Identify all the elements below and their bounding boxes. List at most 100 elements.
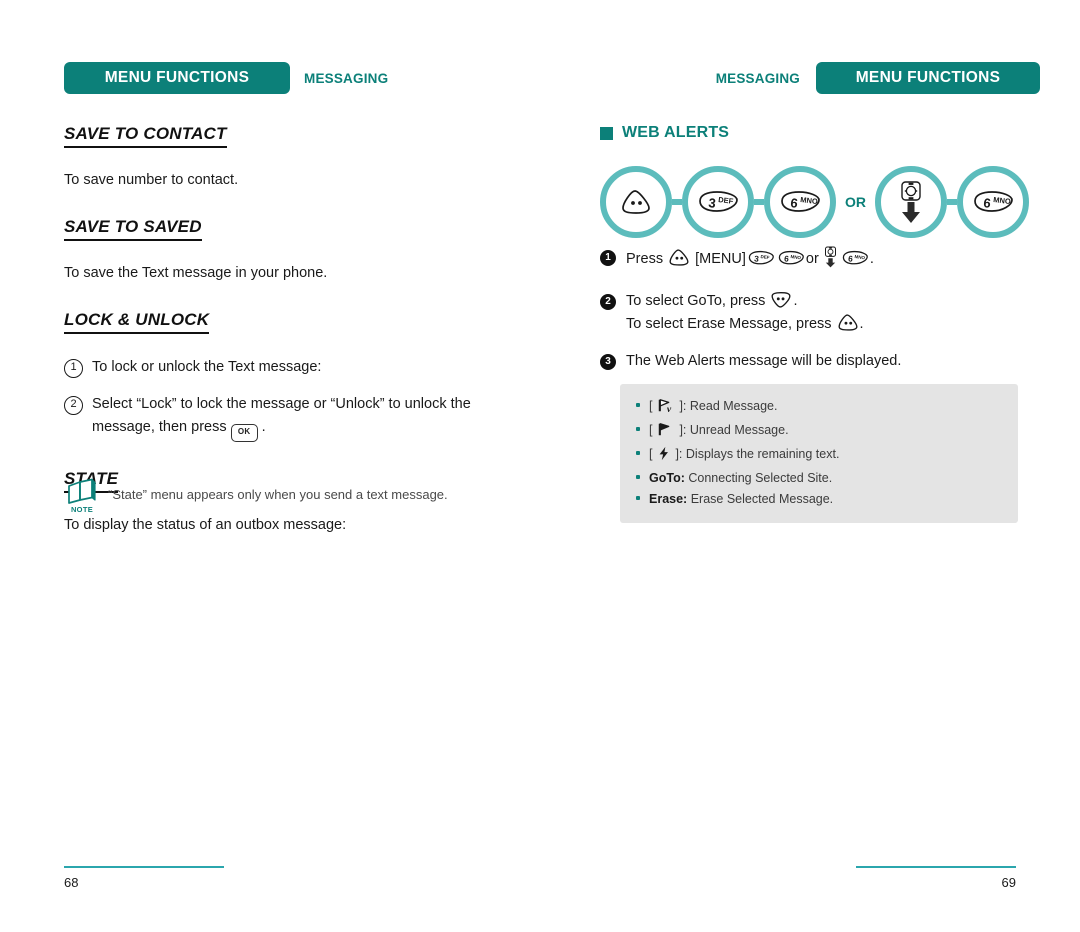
left-page-header: MENU FUNCTIONS MESSAGING	[64, 62, 516, 94]
step-2-line1-after: .	[793, 293, 798, 309]
step-1-word-press: Press	[626, 251, 664, 267]
soft-key-icon	[622, 190, 650, 214]
info-row-erase: Erase: Erase Selected Message.	[636, 489, 1002, 510]
text-save-to-saved: To save the Text message in your phone.	[64, 265, 328, 281]
step-3: 3 The Web Alerts message will be display…	[600, 350, 1030, 373]
info-row-label: Displays the remaining text.	[685, 447, 840, 461]
page-number: 68	[64, 875, 79, 890]
step-1-text: Press [MENU] 3 DEF 6 MNO or 6 MNO .	[626, 246, 1030, 276]
number-key-6-icon: 6 MNO	[781, 191, 820, 212]
heading-save-to-saved: SAVE TO SAVED	[64, 217, 202, 241]
section-label-messaging: MESSAGING	[304, 70, 389, 86]
info-row-unread-message: [ ]: Unread Message.	[636, 420, 1002, 444]
number-key-3-icon: 3 DEF	[699, 191, 738, 212]
info-box: [ v ]: Read Message. [ ]: Unread Message…	[620, 384, 1018, 523]
info-row-label: Erase Selected Message.	[690, 492, 834, 506]
svg-text:DEF: DEF	[718, 195, 734, 206]
heading-save-to-contact: SAVE TO CONTACT	[64, 124, 227, 148]
key-sequence-diagram: 3 DEF 6 MNO OR 6 MNO	[600, 163, 1040, 241]
bracket-open: [	[649, 423, 653, 437]
soft-key-icon	[667, 248, 691, 267]
info-row-text: Erase: Erase Selected Message.	[649, 489, 1002, 510]
note-icon: NOTE	[64, 478, 100, 514]
unread-message-icon	[657, 422, 675, 444]
step-1-period: .	[869, 251, 874, 267]
heading-web-alerts: WEB ALERTS	[600, 124, 1020, 142]
menu-functions-badge: MENU FUNCTIONS	[816, 62, 1040, 94]
right-page-header: MESSAGING MENU FUNCTIONS	[680, 62, 1040, 94]
bullet-icon	[636, 403, 640, 407]
heading-lock-and-unlock: LOCK & UNLOCK	[64, 310, 210, 334]
right-page-content: WEB ALERTS	[600, 124, 1020, 142]
section-lock-and-unlock: LOCK & UNLOCK 1 To lock or unlock the Te…	[64, 310, 519, 442]
text-save-to-contact: To save number to contact.	[64, 172, 239, 188]
bracket-open: [	[649, 447, 653, 461]
key-circle-3def: 3 DEF	[682, 166, 754, 238]
info-row-text: GoTo: Connecting Selected Site.	[649, 468, 1002, 489]
info-row-text: [ ]: Unread Message.	[649, 420, 1002, 444]
list-item-text-after: .	[261, 419, 266, 435]
step-3-text: The Web Alerts message will be displayed…	[626, 353, 902, 369]
info-row-label: Read Message.	[689, 399, 778, 413]
step-1-menu-label: [MENU]	[695, 251, 746, 267]
step-number-filled: 1	[600, 250, 616, 266]
text-state: To display the status of an outbox messa…	[64, 517, 347, 533]
menu-functions-badge: MENU FUNCTIONS	[64, 62, 290, 94]
note-callout: NOTE “State” menu appears only when you …	[64, 478, 519, 514]
list-item: 1 To lock or unlock the Text message:	[64, 356, 519, 379]
key-circle-6mno-b: 6 MNO	[957, 166, 1029, 238]
left-page-footer: 68	[64, 865, 224, 890]
key-circle-softkey	[600, 166, 672, 238]
flow-connector	[672, 199, 682, 205]
info-row-term: Erase:	[649, 492, 688, 506]
left-page: MENU FUNCTIONS MESSAGING SAVE TO CONTACT…	[0, 0, 540, 932]
number-key-3-icon: 3 DEF	[746, 249, 776, 275]
step-number-circle: 1	[64, 359, 83, 378]
step-2: 2 To select GoTo, press . To select Eras…	[600, 290, 1030, 336]
key-circle-navkey-down	[875, 166, 947, 238]
step-2-line2-before: To select Erase Message, press	[626, 316, 832, 332]
note-icon-label: NOTE	[70, 505, 94, 514]
step-1-word-or: or	[805, 251, 819, 267]
step-1: 1 Press [MENU] 3 DEF 6 MNO or 6 MNO .	[600, 246, 1030, 276]
section-save-to-saved: SAVE TO SAVED To save the Text message i…	[64, 217, 519, 283]
right-page-footer: 69	[856, 865, 1016, 890]
left-page-content: SAVE TO CONTACT To save number to contac…	[64, 124, 519, 535]
step-number-filled: 3	[600, 354, 616, 370]
info-row-read-message: [ v ]: Read Message.	[636, 396, 1002, 420]
flow-connector	[754, 199, 764, 205]
down-arrow-icon	[902, 202, 920, 223]
bracket-open: [	[649, 399, 653, 413]
heading-web-alerts-text: WEB ALERTS	[622, 124, 730, 141]
info-row-text: [ v ]: Read Message.	[649, 396, 1002, 420]
key-circle-6mno-a: 6 MNO	[764, 166, 836, 238]
number-key-6-icon: 6 MNO	[776, 249, 806, 275]
navigation-key-down-icon	[823, 246, 840, 276]
bracket-close: ]:	[679, 423, 687, 437]
info-row-label: Unread Message.	[689, 423, 789, 437]
list-item-text: Select “Lock” to lock the message or “Un…	[92, 393, 519, 442]
bullet-icon	[636, 451, 640, 455]
section-save-to-contact: SAVE TO CONTACT To save number to contac…	[64, 124, 519, 190]
bullet-square-icon	[600, 126, 613, 140]
ok-key-icon: OK	[230, 424, 258, 442]
number-key-6-icon: 6 MNO	[974, 191, 1013, 212]
list-item: 2 Select “Lock” to lock the message or “…	[64, 393, 519, 442]
step-number-circle: 2	[64, 396, 83, 415]
step-2-line1-before: To select GoTo, press	[626, 293, 766, 309]
page-number: 69	[1001, 875, 1016, 890]
note-text: “State” menu appears only when you send …	[108, 487, 448, 502]
soft-key-icon	[836, 313, 860, 332]
footer-rule	[856, 865, 1016, 868]
or-label: OR	[845, 194, 866, 210]
svg-text:v: v	[667, 404, 672, 413]
step-2-line2-after: .	[859, 316, 864, 332]
bracket-close: ]:	[675, 447, 683, 461]
read-message-icon: v	[657, 398, 675, 420]
section-label-messaging: MESSAGING	[715, 70, 800, 86]
step-2-text: To select GoTo, press . To select Erase …	[626, 290, 1030, 336]
flow-connector	[947, 199, 957, 205]
footer-rule	[64, 865, 224, 868]
bullet-icon	[636, 427, 640, 431]
bullet-icon	[636, 496, 640, 500]
